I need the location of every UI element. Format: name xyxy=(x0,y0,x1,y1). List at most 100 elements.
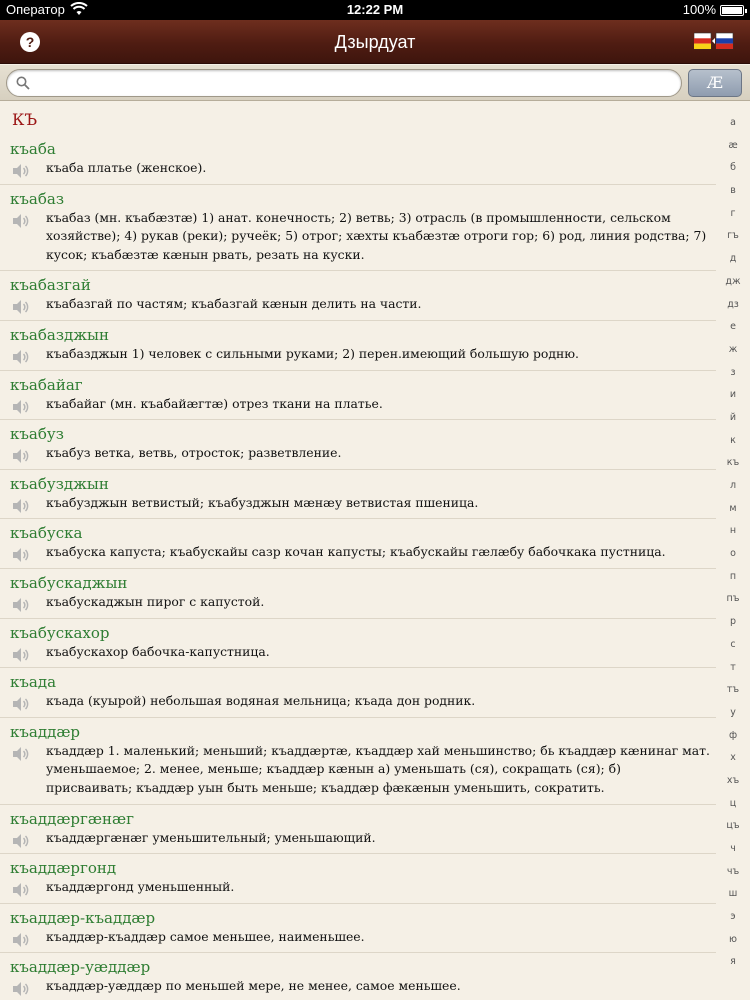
index-letter[interactable]: я xyxy=(716,951,750,974)
index-letter[interactable]: ю xyxy=(716,929,750,952)
index-letter[interactable]: б xyxy=(716,157,750,180)
list-item[interactable]: къабайаг къабайаг (мн. къабайæгтæ) отрез … xyxy=(0,371,716,421)
speaker-icon[interactable] xyxy=(11,696,31,712)
index-letter[interactable]: з xyxy=(716,362,750,385)
list-item[interactable]: къабузджын къабузджын ветвистый; къабуздж… xyxy=(0,470,716,520)
speaker-icon[interactable] xyxy=(11,448,31,464)
index-letter[interactable]: тъ xyxy=(716,679,750,702)
speaker-icon[interactable] xyxy=(11,547,31,563)
index-letter[interactable]: с xyxy=(716,634,750,657)
index-letter[interactable]: а xyxy=(716,112,750,135)
index-letter[interactable]: х xyxy=(716,747,750,770)
speaker-icon[interactable] xyxy=(11,399,31,415)
index-letter[interactable]: д xyxy=(716,248,750,271)
ae-letter-button[interactable]: Æ xyxy=(688,69,742,97)
index-letter[interactable]: цъ xyxy=(716,815,750,838)
list-item[interactable]: къабуз къабуз ветка, ветвь, отросток; раз… xyxy=(0,420,716,470)
index-letter[interactable]: е xyxy=(716,316,750,339)
index-letter[interactable]: чъ xyxy=(716,861,750,884)
index-letter[interactable]: у xyxy=(716,702,750,725)
entry-definition: къаба платье (женское). xyxy=(46,160,207,175)
speaker-icon[interactable] xyxy=(11,163,31,179)
entry-definition: къабазджын 1) человек с сильными руками;… xyxy=(46,345,579,361)
index-letter[interactable]: т xyxy=(716,657,750,680)
index-letter[interactable]: п xyxy=(716,566,750,589)
list-item[interactable]: къаддæр-къаддæр къаддæр-къаддæр самое мен… xyxy=(0,904,716,954)
section-header: КЪ xyxy=(12,110,38,129)
russia-flag-icon xyxy=(715,32,734,50)
list-item[interactable]: къабускахор къабускахор бабочка-капустниц… xyxy=(0,619,716,669)
search-icon xyxy=(16,76,30,90)
entry-headword: къабуска xyxy=(10,524,83,543)
entry-headword: къаддæр-къаддæр xyxy=(10,908,156,927)
index-letter[interactable]: пъ xyxy=(716,588,750,611)
language-switch-button[interactable] xyxy=(694,32,734,50)
index-letter[interactable]: ц xyxy=(716,793,750,816)
list-item[interactable]: къабускаджын къабускаджын пирог с капусто… xyxy=(0,569,716,619)
search-field[interactable] xyxy=(6,69,682,97)
ossetia-flag-icon xyxy=(694,32,712,50)
entry-headword: къабайаг xyxy=(10,375,83,394)
index-letter[interactable]: й xyxy=(716,407,750,430)
speaker-icon[interactable] xyxy=(11,833,31,849)
battery-percent: 100% xyxy=(682,2,716,17)
index-letter[interactable]: къ xyxy=(716,452,750,475)
speaker-icon[interactable] xyxy=(11,882,31,898)
entry-headword: къабускаджын xyxy=(10,573,128,592)
list-item[interactable]: къаддæргæнæг къаддæргæнæг уменьшительный;… xyxy=(0,805,716,855)
entry-headword: къабуз xyxy=(10,425,64,444)
entry-definition: къаддæр-къаддæр самое меньшее, наименьше… xyxy=(46,928,365,944)
index-letter[interactable]: ф xyxy=(716,725,750,748)
speaker-icon[interactable] xyxy=(11,498,31,514)
speaker-icon[interactable] xyxy=(11,932,31,948)
status-time: 12:22 PM xyxy=(346,2,404,17)
list-item[interactable]: къаддæр-уæддæр къаддæр-уæддæр по меньшей … xyxy=(0,953,716,1000)
list-item[interactable]: къада къада (куырой) небольшая водяная ме… xyxy=(0,668,716,718)
entry-definition: къаддæргæнæг уменьшительный; уменьшающий… xyxy=(46,829,376,845)
nav-bar: ? Дзырдуат xyxy=(0,20,750,64)
list-item[interactable]: къаддæр къаддæр 1. маленький; меньший; къ… xyxy=(0,718,716,805)
index-letter[interactable]: к xyxy=(716,430,750,453)
entry-headword: къабазгай xyxy=(10,276,91,295)
speaker-icon[interactable] xyxy=(11,299,31,315)
index-letter[interactable]: н xyxy=(716,520,750,543)
index-letter[interactable]: в xyxy=(716,180,750,203)
list-item[interactable]: къаддæргонд къаддæргонд уменьшенный. xyxy=(0,854,716,904)
list-item[interactable]: къабазгай къабазгай по частям; къабазгай … xyxy=(0,271,716,321)
index-letter[interactable]: дж xyxy=(716,271,750,294)
entry-definition: къабазгай по частям; къабазгай кæнын дел… xyxy=(46,296,422,312)
list-item[interactable]: къабуска къабуска капуста; къабускайы саз… xyxy=(0,519,716,569)
page-title: Дзырдуат xyxy=(334,32,416,52)
speaker-icon[interactable] xyxy=(11,597,31,613)
entry-headword: къабускахор xyxy=(10,623,110,642)
index-letter[interactable]: л xyxy=(716,475,750,498)
index-letter[interactable]: г xyxy=(716,203,750,226)
speaker-icon[interactable] xyxy=(11,213,31,229)
speaker-icon[interactable] xyxy=(11,349,31,365)
alphabet-index[interactable]: а æ б в г гъ д дж дз е ж з и й к къ л м н о п пъ р с т тъ у ф х хъ ц цъ… xyxy=(716,112,750,1000)
index-letter[interactable]: ш xyxy=(716,883,750,906)
index-letter[interactable]: р xyxy=(716,611,750,634)
index-letter[interactable]: гъ xyxy=(716,225,750,248)
index-letter[interactable]: хъ xyxy=(716,770,750,793)
entry-definition: къабайаг (мн. къабайæгтæ) отрез ткани на… xyxy=(46,395,383,411)
entry-definition: къабузджын ветвистый; къабузджын мæнæу в… xyxy=(46,494,479,510)
entry-headword: къада xyxy=(10,673,57,692)
word-list[interactable]: КЪ къаба къаба платье (женское). къабаз къа… xyxy=(0,102,716,1000)
index-letter[interactable]: дз xyxy=(716,294,750,317)
index-letter[interactable]: о xyxy=(716,543,750,566)
speaker-icon[interactable] xyxy=(11,647,31,663)
index-letter[interactable]: ж xyxy=(716,339,750,362)
index-letter[interactable]: м xyxy=(716,498,750,521)
index-letter[interactable]: и xyxy=(716,384,750,407)
list-item[interactable]: къабаз къабаз (мн. къабæзтæ) 1) анат. кон… xyxy=(0,185,716,272)
list-item[interactable]: къаба къаба платье (женское). xyxy=(0,135,716,185)
list-item[interactable]: къабазджын къабазджын 1) человек с сильны… xyxy=(0,321,716,371)
speaker-icon[interactable] xyxy=(11,746,31,762)
index-letter[interactable]: э xyxy=(716,906,750,929)
entry-headword: къаба xyxy=(10,140,56,158)
index-letter[interactable]: ч xyxy=(716,838,750,861)
search-input[interactable] xyxy=(33,73,673,93)
speaker-icon[interactable] xyxy=(11,981,31,997)
index-letter[interactable]: æ xyxy=(716,135,750,158)
